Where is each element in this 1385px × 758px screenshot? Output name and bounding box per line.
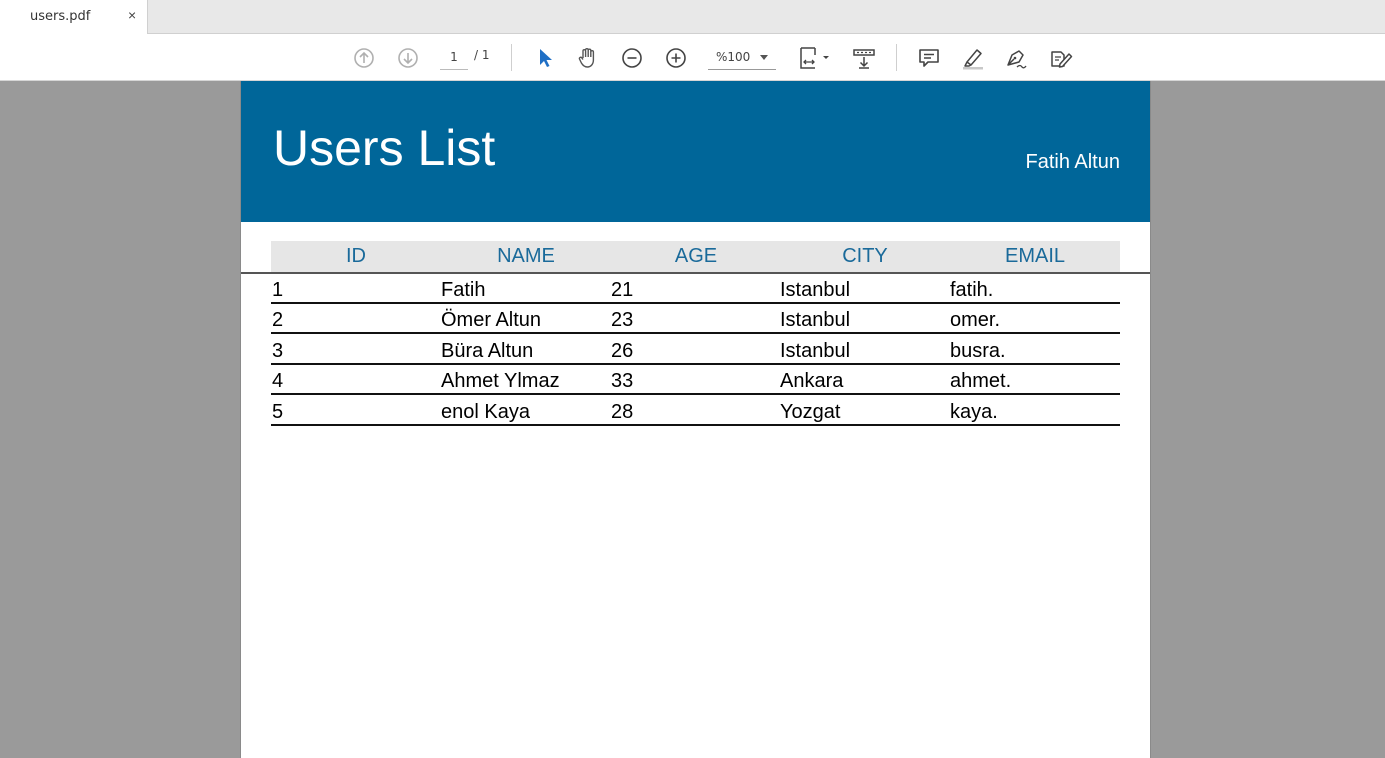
cell-age: 21 [611, 279, 634, 301]
tab-users-pdf[interactable]: users.pdf × [0, 0, 148, 34]
draw-button[interactable] [1001, 34, 1031, 81]
page-total: / 1 [474, 48, 490, 62]
zoom-out-icon [622, 47, 642, 68]
highlight-button[interactable] [958, 34, 988, 81]
toolbar-divider [511, 44, 512, 71]
cell-name: Fatih [441, 279, 486, 301]
arrow-down-circle-icon [398, 47, 418, 68]
select-tool-button[interactable] [532, 34, 558, 81]
table-header: ID NAME AGE CITY EMAIL [271, 241, 1120, 272]
cell-city: Istanbul [780, 340, 851, 362]
pen-icon [1007, 49, 1027, 68]
author-name: Fatih Altun [1025, 151, 1120, 173]
cell-city: Istanbul [780, 309, 851, 331]
cell-email: busra. [950, 340, 1006, 362]
toolbar-divider [896, 44, 897, 71]
cell-age: 28 [611, 401, 634, 423]
cell-email: fatih. [950, 279, 994, 301]
hand-icon [578, 47, 595, 68]
previous-page-button[interactable] [350, 34, 378, 81]
tab-title: users.pdf [30, 9, 91, 24]
cell-age: 26 [611, 340, 634, 362]
zoom-value: %100 [716, 50, 751, 64]
column-header-id: ID [346, 245, 366, 267]
fill-sign-button[interactable] [1046, 34, 1076, 81]
cell-age: 23 [611, 309, 634, 331]
comment-icon [919, 48, 939, 67]
cell-id: 4 [272, 370, 284, 392]
download-toolbar-icon [853, 48, 875, 69]
header-banner: Users List Fatih Altun [241, 81, 1150, 222]
cell-email: kaya. [950, 401, 998, 423]
column-header-age: AGE [674, 245, 718, 267]
chevron-down-icon [760, 55, 768, 60]
document-viewer[interactable]: Users List Fatih Altun ID NAME AGE CITY … [0, 81, 1385, 758]
zoom-in-icon [666, 47, 686, 68]
close-icon[interactable]: × [128, 7, 136, 23]
arrow-up-circle-icon [354, 47, 374, 68]
hand-tool-button[interactable] [574, 34, 602, 81]
cell-city: Istanbul [780, 279, 851, 301]
table-row: 4 Ahmet Ylmaz 33 Ankara ahmet. [271, 365, 1120, 395]
column-header-name: NAME [497, 245, 555, 267]
table-row: 3 Büra Altun 26 Istanbul busra. [271, 335, 1120, 365]
cell-name: enol Kaya [441, 401, 530, 423]
zoom-out-button[interactable] [618, 34, 646, 81]
cell-city: Ankara [780, 370, 844, 392]
cell-id: 3 [272, 340, 284, 362]
zoom-in-button[interactable] [662, 34, 690, 81]
cell-id: 5 [272, 401, 284, 423]
highlighter-icon [963, 48, 983, 69]
page-title: Users List [273, 120, 496, 176]
cell-age: 33 [611, 370, 634, 392]
cell-email: ahmet. [950, 370, 1012, 392]
table-row: 2 Ömer Altun 23 Istanbul omer. [271, 304, 1120, 334]
cell-id: 1 [272, 279, 284, 301]
zoom-select[interactable]: %100 [708, 46, 776, 70]
pdf-page: Users List Fatih Altun ID NAME AGE CITY … [240, 81, 1151, 758]
cell-email: omer. [950, 309, 1001, 331]
pointer-icon [540, 48, 552, 67]
fit-page-icon [800, 46, 829, 69]
add-comment-button[interactable] [915, 34, 943, 81]
table-row: 1 Fatih 21 Istanbul fatih. [271, 274, 1120, 304]
cell-city: Yozgat [780, 401, 841, 423]
cell-name: Ömer Altun [441, 309, 542, 331]
column-header-email: EMAIL [1004, 245, 1066, 267]
fit-page-button[interactable] [794, 34, 834, 81]
cell-name: Ahmet Ylmaz [441, 370, 560, 392]
page-number-input[interactable]: 1 [440, 46, 468, 70]
read-mode-button[interactable] [850, 34, 878, 81]
table-row: 5 enol Kaya 28 Yozgat kaya. [271, 396, 1120, 426]
pdf-toolbar: 1 / 1 %100 [0, 34, 1385, 81]
cell-id: 2 [272, 309, 284, 331]
next-page-button[interactable] [394, 34, 422, 81]
edit-document-icon [1051, 50, 1073, 68]
tab-strip: users.pdf × [0, 0, 1385, 34]
column-header-city: CITY [842, 245, 888, 267]
cell-name: Büra Altun [441, 340, 534, 362]
